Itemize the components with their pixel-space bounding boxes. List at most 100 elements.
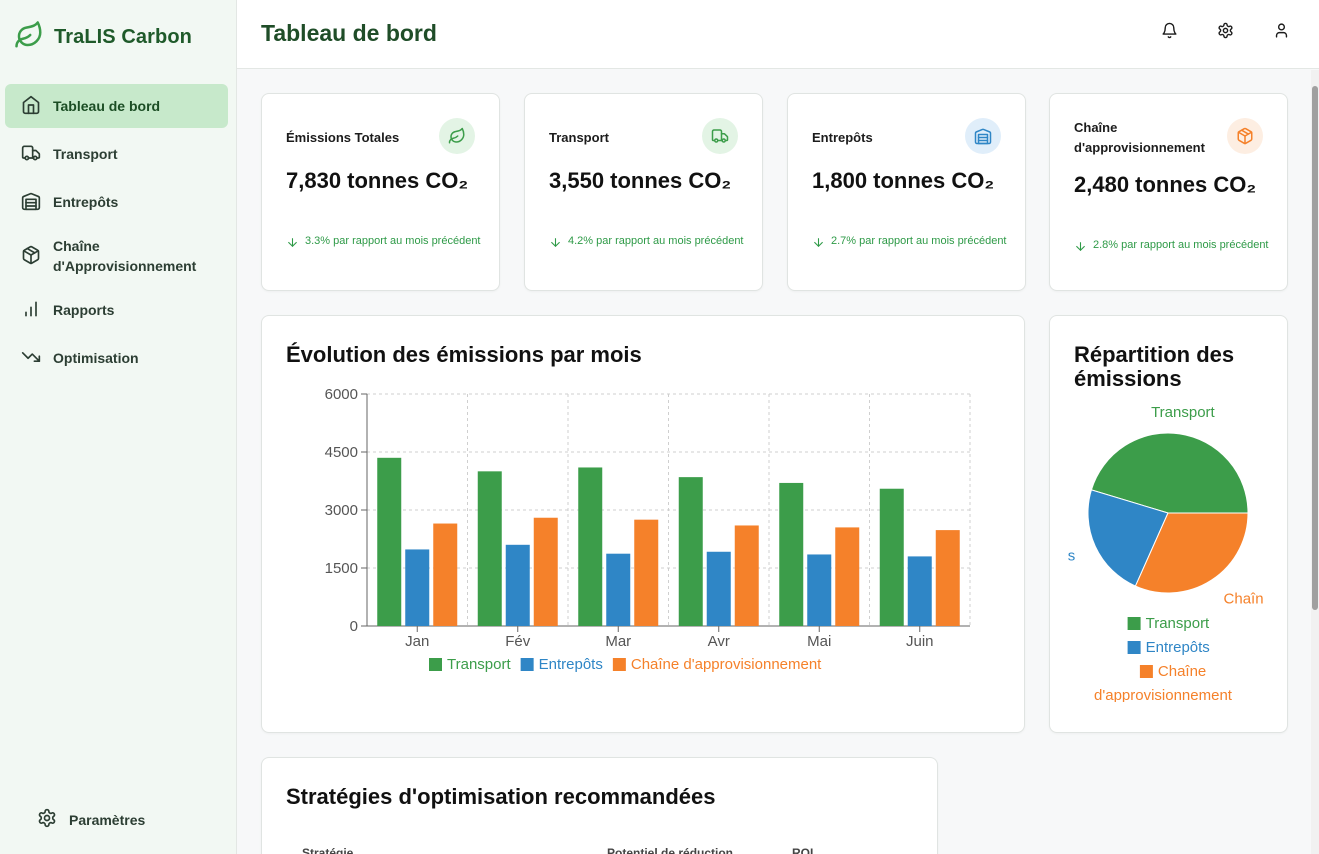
bar[interactable] xyxy=(807,554,832,626)
bar[interactable] xyxy=(405,549,430,626)
app-name: TraLIS Carbon xyxy=(54,26,192,48)
gear-icon[interactable] xyxy=(1217,22,1237,42)
bar[interactable] xyxy=(706,551,731,626)
scrollbar-thumb[interactable] xyxy=(1312,86,1318,610)
pie-chart: Transport s Chaîn Transport Entrepôts Chaîne d… xyxy=(1068,404,1264,702)
gear-icon xyxy=(37,808,57,831)
top-header: Tableau de bord xyxy=(237,0,1319,69)
sidebar-item-label: Transport xyxy=(53,146,118,162)
legend-swatch xyxy=(612,658,626,671)
bar[interactable] xyxy=(935,530,960,626)
y-tick-label: 1500 xyxy=(325,560,358,577)
bar-chart-title: Évolution des émissions par mois xyxy=(286,342,642,367)
stat-card-supply-chain: Chaîne d'approvisionnement 2,480 tonnes … xyxy=(1049,93,1288,291)
y-tick-label: 0 xyxy=(350,618,358,635)
sidebar-item-label: Optimisation xyxy=(53,350,139,366)
legend-label[interactable]: Entrepôts xyxy=(1146,639,1210,656)
stat-change: 4.2% par rapport au mois précédent xyxy=(549,233,749,249)
bar[interactable] xyxy=(477,471,502,626)
home-icon xyxy=(21,95,41,118)
grid xyxy=(366,393,971,626)
stat-value: 7,830 tonnes CO₂ xyxy=(286,168,469,193)
truck-icon xyxy=(702,118,738,154)
stat-change-text: 2.7% par rapport au mois précédent xyxy=(831,235,1007,247)
stat-change: 2.7% par rapport au mois précédent xyxy=(812,233,1012,249)
pie-slice-label: Transport xyxy=(1151,404,1215,421)
package-icon xyxy=(1227,118,1263,154)
y-tick-label: 6000 xyxy=(325,386,358,403)
sidebar-settings[interactable]: Paramètres xyxy=(37,808,145,831)
arrow-down-icon xyxy=(551,238,560,247)
sidebar-item-label: Chaîne d'Approvisionnement xyxy=(53,238,197,274)
trending-down-icon xyxy=(21,347,41,370)
bar[interactable] xyxy=(779,482,804,626)
legend-label[interactable]: Chaîne d'approvisionnement xyxy=(631,656,822,673)
warehouse-icon xyxy=(21,191,41,214)
pie-chart-title: Répartition des émissions xyxy=(1074,342,1235,391)
bar[interactable] xyxy=(734,525,759,626)
x-tick-label: Avr xyxy=(708,633,730,650)
stat-change-text: 2.8% par rapport au mois précédent xyxy=(1093,239,1269,251)
sidebar-item-supply-chain[interactable]: Chaîne d'Approvisionnement xyxy=(5,228,228,284)
y-tick-label: 3000 xyxy=(325,502,358,519)
bar[interactable] xyxy=(907,556,932,626)
stat-change: 2.8% par rapport au mois précédent xyxy=(1074,237,1274,253)
legend-label[interactable]: Transport xyxy=(1146,615,1210,632)
sidebar-nav: Tableau de bord Transport Entrepôts Chaî… xyxy=(5,84,228,384)
x-tick-label: Mar xyxy=(605,633,631,650)
sidebar-item-dashboard[interactable]: Tableau de bord xyxy=(5,84,228,128)
strategy-card: Stratégies d'optimisation recommandées S… xyxy=(261,757,938,854)
bar[interactable] xyxy=(879,488,904,626)
bar-chart-card: Évolution des émissions par mois 0 1500 30… xyxy=(261,315,1025,733)
legend-label[interactable]: Transport xyxy=(447,656,511,673)
bar[interactable] xyxy=(835,527,860,626)
sidebar-item-reports[interactable]: Rapports xyxy=(5,288,228,332)
sidebar: TraLIS Carbon Tableau de bord Transport … xyxy=(0,0,237,854)
x-tick-label: Jan xyxy=(405,633,429,650)
legend-swatch xyxy=(1127,641,1141,654)
pie-chart-legend: Transport Entrepôts Chaîne d'approvisionnem… xyxy=(1094,615,1233,702)
strategy-title: Stratégies d'optimisation recommandées xyxy=(286,784,716,809)
bell-icon[interactable] xyxy=(1161,22,1181,42)
y-tick-label: 4500 xyxy=(325,444,358,461)
bar[interactable] xyxy=(606,553,631,626)
stat-value: 1,800 tonnes CO₂ xyxy=(812,168,995,193)
arrow-down-icon xyxy=(1076,242,1085,251)
bar[interactable] xyxy=(433,523,458,626)
warehouse-icon xyxy=(965,118,1001,154)
sidebar-item-transport[interactable]: Transport xyxy=(5,132,228,176)
bar[interactable] xyxy=(578,467,603,626)
stat-change-text: 3.3% par rapport au mois précédent xyxy=(305,235,481,247)
x-tick-label: Fév xyxy=(505,633,531,650)
page-scrollbar[interactable] xyxy=(1311,70,1319,854)
stat-value: 2,480 tonnes CO₂ xyxy=(1074,172,1257,197)
sidebar-item-label: Entrepôts xyxy=(53,194,119,210)
stat-card-warehouses: Entrepôts 1,800 tonnes CO₂ 2.7% par rapp… xyxy=(787,93,1026,291)
leaf-icon xyxy=(439,118,475,154)
sidebar-item-optimization[interactable]: Optimisation xyxy=(5,336,228,380)
sidebar-item-warehouses[interactable]: Entrepôts xyxy=(5,180,228,224)
bar[interactable] xyxy=(634,519,659,626)
bar[interactable] xyxy=(678,477,703,626)
pie-slice-label: s xyxy=(1068,547,1076,564)
stat-change-text: 4.2% par rapport au mois précédent xyxy=(568,235,744,247)
arrow-down-icon xyxy=(288,238,297,247)
app-logo[interactable]: TraLIS Carbon xyxy=(14,20,192,55)
bar[interactable] xyxy=(505,544,530,626)
bar[interactable] xyxy=(377,457,402,626)
leaf-logo-icon xyxy=(14,20,44,55)
stat-card-transport: Transport 3,550 tonnes CO₂ 4.2% par rapp… xyxy=(524,93,763,291)
bar[interactable] xyxy=(533,517,558,626)
package-icon xyxy=(21,245,41,268)
arrow-down-icon xyxy=(814,238,823,247)
legend-swatch xyxy=(1139,665,1153,678)
x-tick-label: Mai xyxy=(807,633,831,650)
legend-label[interactable]: Chaîne xyxy=(1158,663,1206,680)
legend-label[interactable]: d'approvisionnement xyxy=(1094,687,1233,702)
user-icon[interactable] xyxy=(1273,22,1293,42)
legend-label[interactable]: Entrepôts xyxy=(539,656,603,673)
legend-swatch xyxy=(520,658,534,671)
stat-change: 3.3% par rapport au mois précédent xyxy=(286,233,486,249)
pie-slice-label: Chaîn xyxy=(1224,591,1264,608)
bar-chart-icon xyxy=(21,299,41,322)
